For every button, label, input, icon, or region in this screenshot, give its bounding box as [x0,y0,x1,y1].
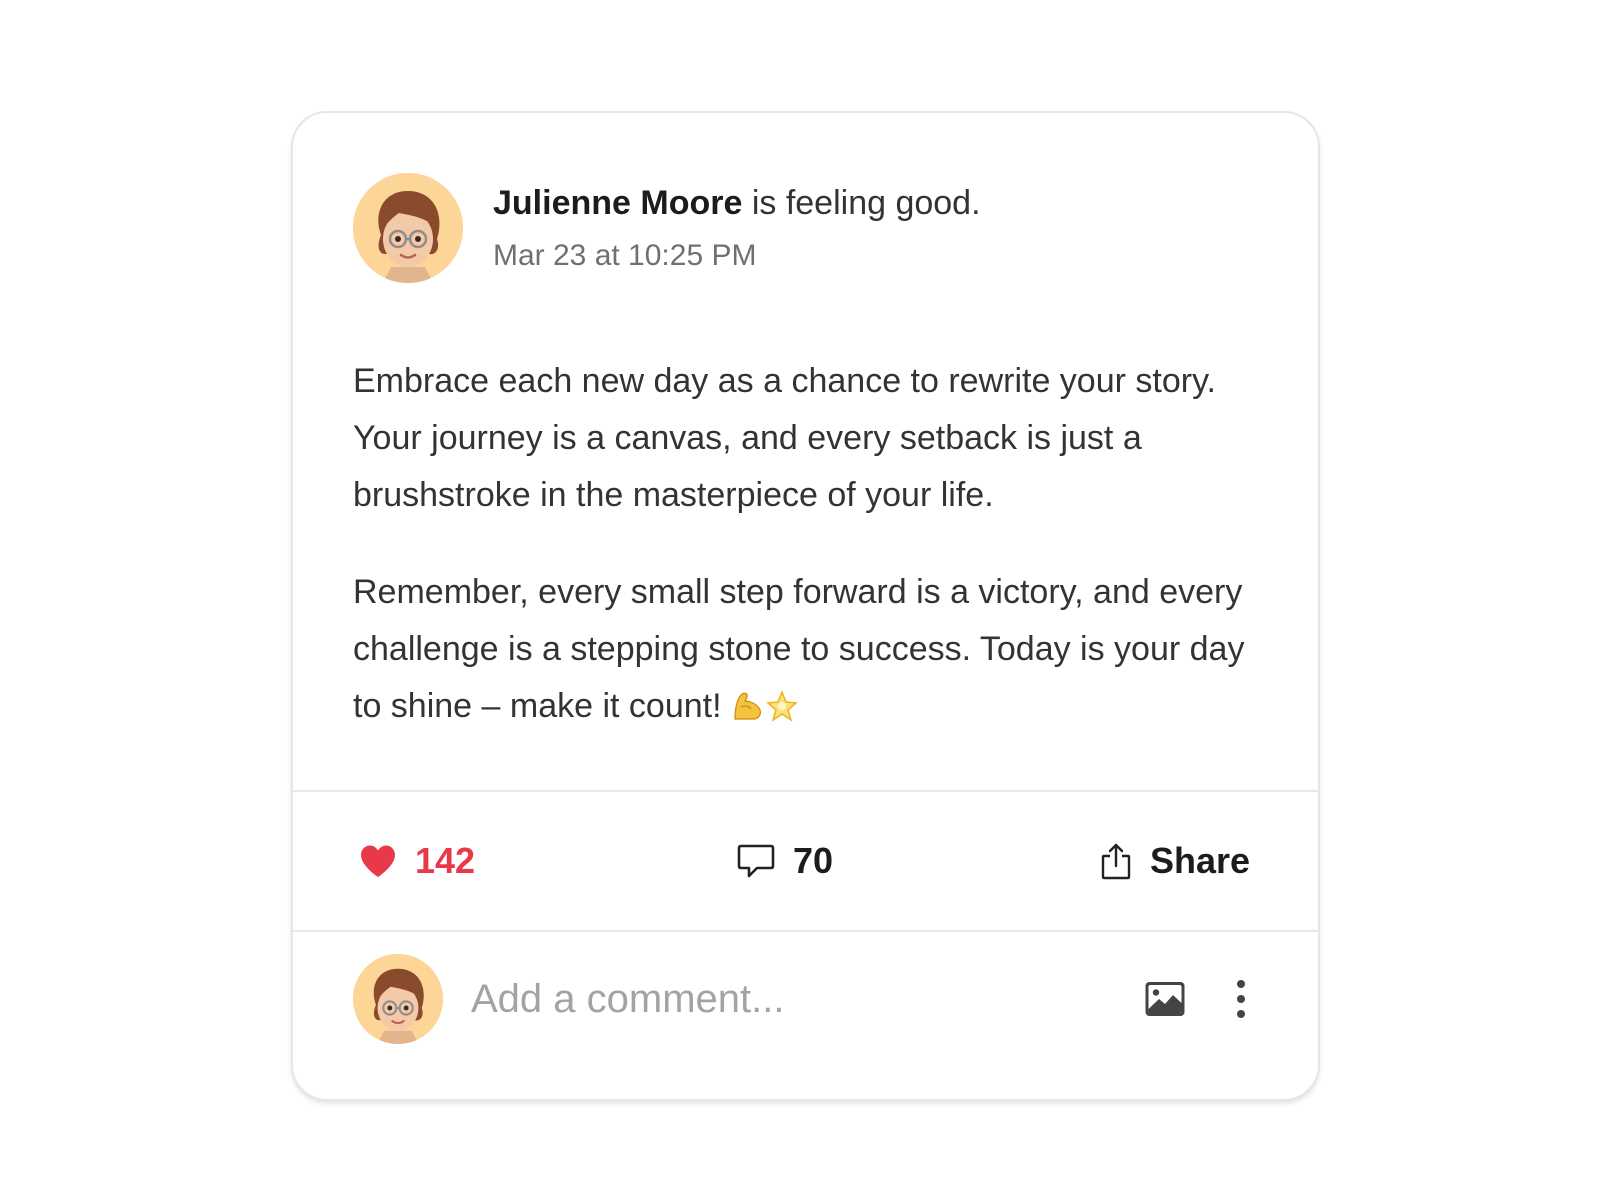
glowing-star-emoji-icon [766,689,798,722]
attach-image-button[interactable] [1144,980,1186,1018]
heart-icon [359,844,397,878]
post-body: Embrace each new day as a chance to rewr… [353,353,1273,775]
post-paragraph: Embrace each new day as a chance to rewr… [353,362,1216,514]
share-label: Share [1149,840,1250,881]
post-actions: 142 70 Share [293,792,1318,930]
comment-button[interactable]: 70 [737,792,833,930]
flexed-biceps-emoji-icon [734,692,761,720]
like-count: 142 [415,840,476,881]
image-icon [1145,982,1185,1016]
speech-bubble-icon [737,843,775,879]
post-timestamp[interactable]: Mar 23 at 10:25 PM [493,237,981,275]
like-button[interactable]: 142 [359,792,475,930]
more-vertical-icon [1237,980,1245,1018]
current-user-avatar[interactable] [353,954,443,1044]
post-paragraph-with-emoji: Remember, every small step forward is a … [353,564,1273,735]
memoji-avatar-icon [353,173,463,283]
comment-count: 70 [793,840,834,881]
author-avatar[interactable] [353,173,463,283]
feeling-text: is feeling good. [742,184,981,222]
share-upload-icon [1100,842,1132,880]
comment-input[interactable] [471,972,1091,1026]
post-header: Julienne Moore is feeling good. Mar 23 a… [353,173,1258,285]
comment-composer [353,954,1258,1044]
author-line: Julienne Moore is feeling good. [493,181,981,225]
share-button[interactable]: Share [1100,792,1250,930]
memoji-avatar-icon [353,954,443,1044]
author-name[interactable]: Julienne Moore [493,184,742,222]
divider [293,930,1318,932]
post-meta: Julienne Moore is feeling good. Mar 23 a… [493,181,981,275]
post-card: Julienne Moore is feeling good. Mar 23 a… [291,111,1320,1101]
more-options-button[interactable] [1234,978,1248,1020]
